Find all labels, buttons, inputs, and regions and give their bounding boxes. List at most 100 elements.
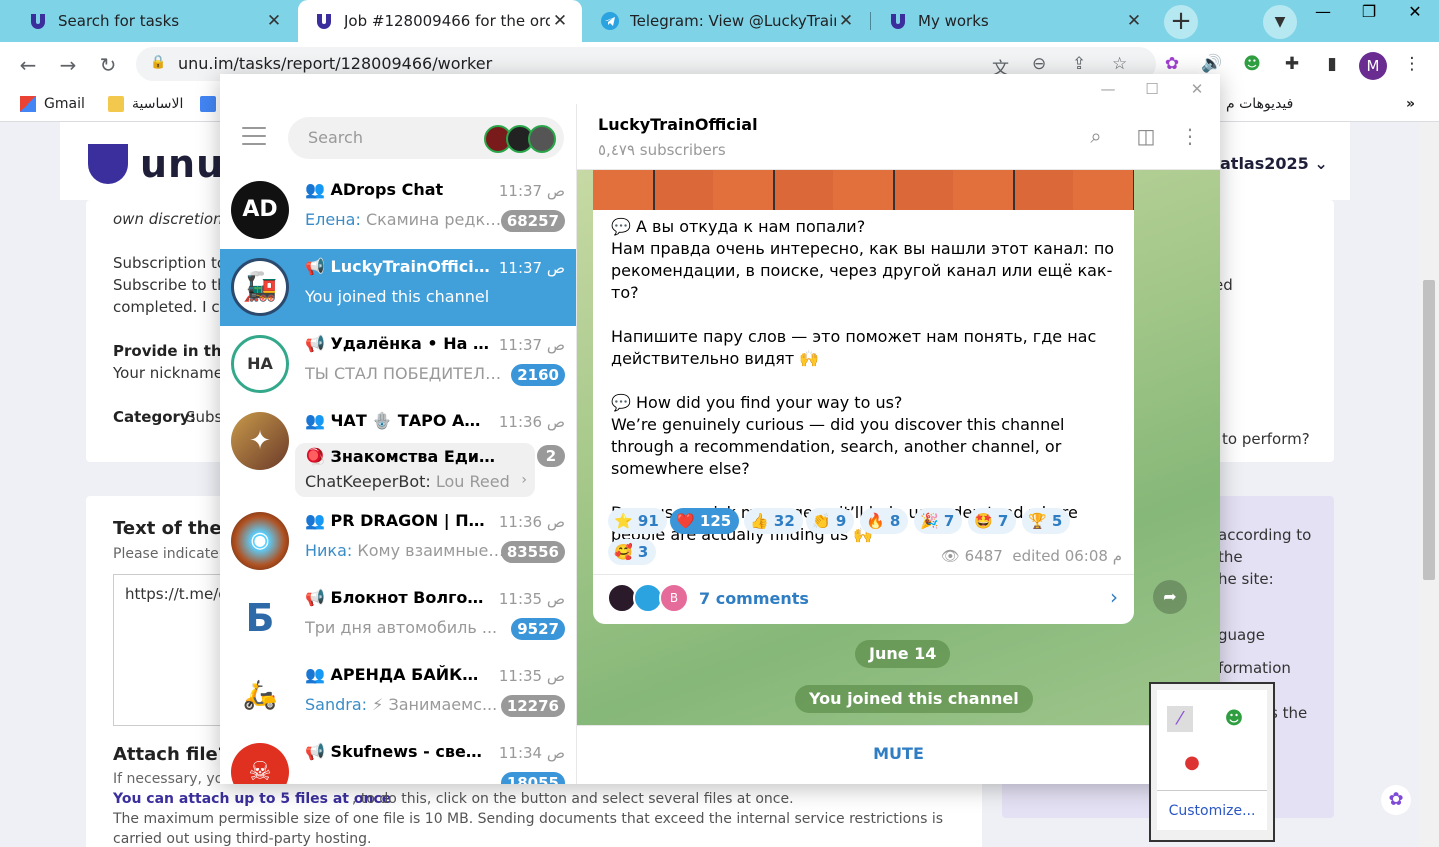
reaction-fire[interactable]: 🔥 8 bbox=[860, 508, 909, 534]
extensions-puzzle-icon[interactable]: ✚ bbox=[1280, 52, 1304, 76]
discretion-text: own discretion. bbox=[113, 210, 228, 228]
channel-name[interactable]: LuckyTrainOfficial bbox=[598, 115, 758, 134]
tab-title: Telegram: View @LuckyTrainOffi bbox=[630, 12, 836, 30]
tg-minimize-icon[interactable]: — bbox=[1094, 78, 1122, 100]
chat-item-taro[interactable]: ✦ 👥 ЧАТ 🪬 ТАРО АКА... 11:36 ص 🪀 Знакомст… bbox=[220, 403, 576, 497]
pen-tray-icon[interactable]: ⁄ bbox=[1167, 706, 1193, 732]
reaction-heart[interactable]: ❤️ 125 bbox=[670, 508, 740, 534]
chat-item-prdragon[interactable]: ◉ 👥 PR DRAGON | Пиа... 11:36 ص Ника: Ком… bbox=[220, 503, 576, 580]
search-icon[interactable]: ⌕ bbox=[1083, 124, 1109, 150]
textarea-value: https://t.me/or bbox=[125, 585, 234, 603]
star-icon: ⭐ bbox=[614, 512, 633, 530]
tg-close-icon[interactable]: ✕ bbox=[1183, 78, 1211, 100]
close-window-icon[interactable]: ✕ bbox=[1392, 0, 1438, 26]
sidebar-toggle-icon[interactable]: ◫ bbox=[1133, 124, 1159, 150]
reaction-clap[interactable]: 👏 9 bbox=[806, 508, 855, 534]
scrollbar-thumb[interactable] bbox=[1423, 280, 1435, 580]
chat-item-arenda[interactable]: 🛵 👥 АРЕНДА БАЙКОВ Б... 11:35 ص Sandra: ⚡… bbox=[220, 657, 576, 734]
new-tab-button[interactable]: + bbox=[1164, 5, 1198, 39]
profile-avatar[interactable]: M bbox=[1359, 52, 1387, 80]
post-image[interactable] bbox=[593, 170, 1134, 210]
chat-avatar: ☠ bbox=[231, 743, 289, 784]
chat-avatar: Б bbox=[231, 589, 289, 647]
tab-close-icon[interactable]: ✕ bbox=[264, 11, 284, 31]
story-avatar[interactable] bbox=[528, 125, 556, 153]
chat-name: 👥 ЧАТ 🪬 ТАРО АКА... bbox=[305, 411, 490, 430]
chat-preview: ТЫ СТАЛ ПОБЕДИТЕЛЕМ ... bbox=[305, 364, 505, 383]
tab-search-tasks[interactable]: Search for tasks ✕ bbox=[12, 0, 296, 42]
bookmark-label: فيديوهات م bbox=[1226, 96, 1294, 112]
stories-avatars[interactable] bbox=[484, 125, 558, 153]
chat-item-adrops[interactable]: AD 👥 ADrops Chat 11:37 ص Елена: Скамина … bbox=[220, 172, 576, 249]
chat-item-skufnews[interactable]: ☠ 📢 Skufnews - свежие ... 11:34 ص ... 18… bbox=[220, 734, 576, 784]
tab-close-icon[interactable]: ✕ bbox=[1124, 11, 1144, 31]
trophy-icon: 🏆 bbox=[1028, 512, 1047, 530]
conversation-header[interactable]: LuckyTrainOfficial ٥,٤٧٩ subscribers ⌕ ◫… bbox=[577, 104, 1220, 170]
share-icon[interactable]: ⇪ bbox=[1072, 54, 1086, 74]
chat-item-udalenka[interactable]: HA 📢 Удалёнка • На заказе 11:37 ص ТЫ СТА… bbox=[220, 326, 576, 403]
bookmark-star-icon[interactable]: ☆ bbox=[1112, 54, 1127, 74]
bookmark-videos[interactable]: فيديوهات م bbox=[1226, 96, 1293, 112]
reaction-star[interactable]: ⭐ 91 bbox=[608, 508, 667, 534]
url-text[interactable]: unu.im/tasks/report/128009466/worker bbox=[178, 54, 492, 73]
chat-item-bloknot[interactable]: Б 📢 Блокнот Волгодонск 11:35 ص Три дня а… bbox=[220, 580, 576, 657]
brain-extension-icon[interactable]: ✿ bbox=[1160, 52, 1184, 76]
notification-tray-icon[interactable]: ● bbox=[1179, 750, 1205, 776]
mute-button[interactable]: MUTE bbox=[577, 744, 1220, 763]
third-party-text: carried out using third-party hosting. bbox=[113, 831, 372, 847]
bookmark-folder-basic[interactable]: الاساسية bbox=[108, 96, 183, 112]
chat-name: 👥 АРЕНДА БАЙКОВ Б... bbox=[305, 665, 490, 684]
back-arrow-icon[interactable]: ← bbox=[14, 51, 42, 79]
read-aloud-extension-icon[interactable]: 🔊 bbox=[1200, 52, 1224, 76]
tab-job-order[interactable]: Job #128009466 for the order ✕ bbox=[298, 0, 582, 42]
tg-maximize-icon[interactable]: ☐ bbox=[1138, 78, 1166, 100]
unu-logo-icon[interactable] bbox=[88, 144, 128, 184]
brain-assistant-icon[interactable]: ✿ bbox=[1381, 785, 1411, 815]
side-panel-icon[interactable]: ▮ bbox=[1320, 52, 1344, 76]
tab-close-icon[interactable]: ✕ bbox=[550, 11, 570, 31]
tab-close-icon[interactable]: ✕ bbox=[836, 11, 856, 31]
robot-tray-icon[interactable]: ☻ bbox=[1221, 706, 1247, 732]
attach-file-heading: Attach file? bbox=[113, 744, 229, 765]
reload-icon[interactable]: ↻ bbox=[94, 51, 122, 79]
chat-item-luckytrain[interactable]: 🚂 📢 LuckyTrainOfficial 11:37 ص You joine… bbox=[220, 249, 576, 326]
tab-my-works[interactable]: My works ✕ bbox=[872, 0, 1156, 42]
preview-text: Lou Reed ... bbox=[435, 472, 515, 491]
site-logo-text[interactable]: unu bbox=[140, 142, 224, 186]
more-options-icon[interactable]: ⋮ bbox=[1177, 124, 1203, 150]
bookmarks-overflow-icon[interactable]: » bbox=[1406, 96, 1415, 112]
reaction-hearts-face[interactable]: 🥰 3 bbox=[608, 539, 657, 565]
subscribe-text: Subscribe to th bbox=[113, 276, 227, 294]
channel-subscribers: ٥,٤٧٩ subscribers bbox=[598, 141, 726, 159]
browser-menu-icon[interactable]: ⋮ bbox=[1400, 52, 1424, 76]
tab-search-chevron-icon[interactable]: ▼ bbox=[1263, 5, 1297, 39]
user-menu[interactable]: atlas2025 ⌄ bbox=[1220, 154, 1328, 173]
category-value: Subs bbox=[186, 408, 223, 426]
if-necessary-text: If necessary, you bbox=[113, 771, 233, 787]
comments-link[interactable]: 7 comments bbox=[699, 589, 809, 608]
chat-search-input[interactable]: Search bbox=[288, 117, 564, 159]
comments-divider bbox=[593, 574, 1134, 575]
preview-sender: ChatKeeperBot: bbox=[305, 472, 431, 491]
heart-icon: ❤️ bbox=[676, 512, 695, 530]
menu-hamburger-icon[interactable] bbox=[242, 127, 266, 145]
reaction-star-struck[interactable]: 🤩 7 bbox=[968, 508, 1017, 534]
chevron-right-icon[interactable]: › bbox=[1110, 585, 1118, 609]
robot-extension-icon[interactable]: ☻ bbox=[1240, 52, 1264, 76]
share-forward-icon[interactable]: ➦ bbox=[1153, 580, 1187, 614]
side-fragment: guage bbox=[1218, 626, 1265, 644]
customize-link[interactable]: Customize... bbox=[1157, 790, 1267, 830]
minimize-window-icon[interactable]: — bbox=[1300, 0, 1346, 26]
forward-arrow-icon[interactable]: → bbox=[54, 51, 82, 79]
restore-window-icon[interactable]: ❐ bbox=[1346, 0, 1392, 26]
reaction-trophy[interactable]: 🏆 5 bbox=[1022, 508, 1071, 534]
tab-telegram[interactable]: Telegram: View @LuckyTrainOffi ✕ bbox=[584, 0, 868, 42]
tab-strip: Search for tasks ✕ Job #128009466 for th… bbox=[0, 0, 1439, 42]
forum-topic-preview[interactable]: 🪀 Знакомства Единомы... ChatKeeperBot: L… bbox=[295, 443, 535, 497]
reaction-party[interactable]: 🎉 7 bbox=[914, 508, 963, 534]
reaction-thumbs-up[interactable]: 👍 32 bbox=[744, 508, 803, 534]
reaction-count: 125 bbox=[699, 512, 732, 530]
zoom-out-icon[interactable]: ⊖ bbox=[1032, 54, 1046, 74]
bookmark-gmail[interactable]: Gmail bbox=[20, 96, 85, 112]
chat-time: 11:37 ص bbox=[498, 336, 565, 354]
